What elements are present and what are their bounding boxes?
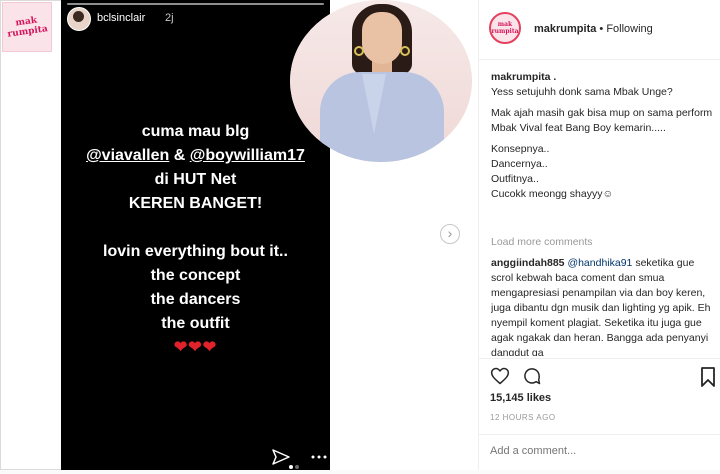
caption-line: Mak ajah masih gak bisa mup on sama perf… [491, 107, 713, 134]
story-line: di HUT Net [154, 171, 237, 188]
post-header: mak rumpita makrumpita • Following [479, 0, 720, 60]
photo-lapel [362, 74, 386, 134]
caption-line: Cucokk meongg shayyy☺ [491, 188, 614, 200]
likes-count[interactable]: 15,145 likes [490, 392, 551, 404]
add-comment-input[interactable] [490, 445, 710, 457]
story-mention-boywilliam[interactable]: @boywilliam17 [190, 147, 305, 164]
caption-line: Outfitnya.. [491, 173, 539, 185]
caption-username[interactable]: makrumpita . [491, 70, 715, 85]
story-progress-bar [67, 3, 324, 5]
more-options-icon[interactable] [309, 448, 329, 466]
story-page-dots [289, 456, 301, 474]
comment-icon[interactable] [522, 366, 542, 386]
bookmark-icon[interactable] [700, 367, 716, 387]
actions-divider [478, 358, 720, 359]
page-dot-active [289, 465, 293, 469]
story-time: 2j [165, 12, 174, 24]
caption-line: Konsepnya.. [491, 143, 550, 155]
load-more-comments-link[interactable]: Load more comments [491, 236, 593, 248]
caption-line: Yess setujuhh donk sama Mbak Unge? [491, 86, 673, 98]
story-mention-separator: & [169, 147, 190, 164]
comment-item: anggiindah885 @handhika91 seketika gue s… [491, 256, 715, 356]
caption-line: Dancernya.. [491, 158, 548, 170]
comment-username[interactable]: anggiindah885 [491, 257, 565, 269]
story-hearts: ❤❤❤ [173, 339, 218, 356]
story-line: the concept [150, 267, 241, 284]
post-username[interactable]: makrumpita [534, 23, 596, 35]
post-avatar[interactable]: mak rumpita [489, 12, 521, 44]
post-actions [490, 366, 720, 388]
earring-right [400, 46, 410, 56]
story-username[interactable]: bclsinclair [97, 12, 145, 24]
next-arrow-button[interactable]: › [440, 224, 460, 244]
photo-face [362, 12, 402, 64]
earring-left [354, 46, 364, 56]
comment-divider [478, 434, 720, 435]
post-timestamp: 12 HOURS AGO [490, 413, 556, 422]
post-avatar-text: mak rumpita [491, 21, 519, 35]
site-logo-text: mak rumpita [6, 15, 49, 40]
post-header-user: makrumpita • Following [534, 23, 653, 35]
page-dot [295, 465, 299, 469]
follow-status[interactable]: • Following [596, 23, 652, 35]
story-mention-viavallen[interactable]: @viavallen [86, 147, 169, 164]
heart-icon[interactable] [490, 366, 510, 386]
story-line: lovin everything bout it.. [103, 243, 288, 260]
story-line: the dancers [150, 291, 241, 308]
post-caption: makrumpita . Yess setujuhh donk sama Mba… [491, 70, 715, 202]
story-spacer [61, 216, 330, 240]
send-icon[interactable] [271, 448, 291, 466]
story-avatar[interactable] [67, 7, 91, 31]
story-line: the outfit [161, 315, 230, 332]
comment-text: seketika gue scrol kebwah baca coment da… [491, 257, 711, 356]
celebrity-photo [290, 0, 472, 162]
site-logo: mak rumpita [2, 2, 52, 52]
comment-mention[interactable]: @handhika91 [567, 257, 632, 269]
story-line: KEREN BANGET! [128, 195, 263, 212]
